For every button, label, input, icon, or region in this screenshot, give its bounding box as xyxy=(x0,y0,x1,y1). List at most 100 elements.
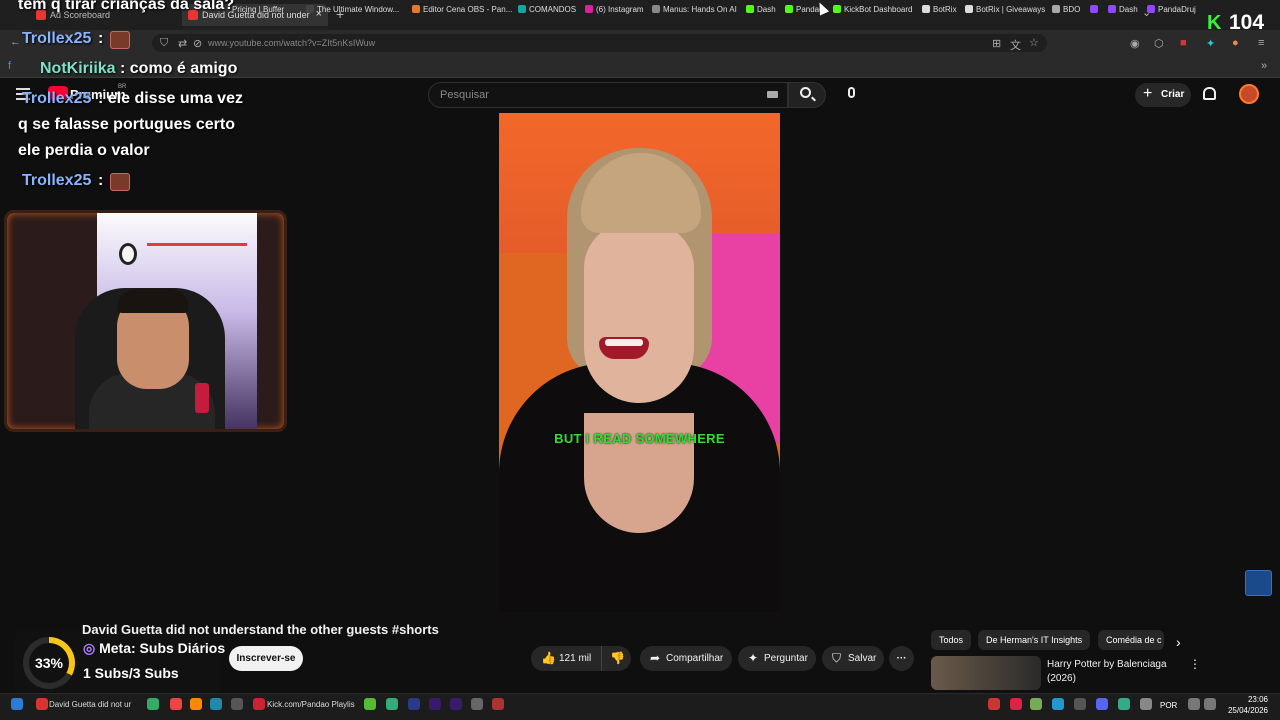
recommended-thumbnail[interactable] xyxy=(931,656,1041,690)
bookmark-star-icon[interactable]: ☆ xyxy=(1029,36,1039,49)
taskbar-window[interactable]: David Guetta did not ur xyxy=(49,700,131,709)
extension-icon[interactable]: ◉ xyxy=(1130,37,1140,50)
share-arrow-icon: ➦ xyxy=(650,651,661,665)
microphone-tray-icon[interactable] xyxy=(1140,698,1152,710)
search-input[interactable]: Pesquisar xyxy=(428,82,788,108)
telegram-icon[interactable] xyxy=(210,698,222,710)
discord-icon[interactable] xyxy=(1096,698,1108,710)
like-button[interactable]: 👍 121 mil xyxy=(531,646,601,671)
bookmark-item[interactable]: BotRix | Giveaways xyxy=(965,5,1045,14)
tray-icon[interactable] xyxy=(1074,698,1086,710)
site-settings-icon[interactable]: ⇄ xyxy=(178,37,187,50)
browser-menu-icon[interactable]: ≡ xyxy=(1258,37,1264,49)
chip-all[interactable]: Todos xyxy=(931,630,972,650)
network-icon[interactable] xyxy=(1188,698,1200,710)
chat-username: Trollex25 xyxy=(22,30,92,47)
profile-icon[interactable]: ● xyxy=(1232,37,1239,49)
after-effects-icon[interactable] xyxy=(429,698,441,710)
app-overlay-icon[interactable] xyxy=(1245,570,1272,596)
clock[interactable]: 23:06 25/04/2026 xyxy=(1226,694,1268,716)
more-actions-button[interactable]: ··· xyxy=(889,646,914,671)
recommended-menu-icon[interactable]: ⋮ xyxy=(1189,657,1201,671)
ask-button[interactable]: ✦ Perguntar xyxy=(738,646,816,671)
bookmark-item[interactable]: Pricing | Buffer xyxy=(232,5,284,14)
chevron-right-icon[interactable]: › xyxy=(1176,634,1181,650)
tray-icon[interactable] xyxy=(1010,698,1022,710)
microphone-icon xyxy=(848,87,855,98)
bookmark-item[interactable]: COMANDOS xyxy=(518,5,576,14)
bookmark-item[interactable] xyxy=(1090,5,1101,14)
webcam-shelf xyxy=(147,243,247,246)
goal-title: ◎ Meta: Subs Diários xyxy=(83,640,225,657)
account-avatar[interactable] xyxy=(1239,84,1259,104)
chat-message: tem q tirar crianças da sala? xyxy=(18,0,235,13)
browser-taskbar-icon[interactable] xyxy=(36,698,48,710)
bookmark-item[interactable]: Manus: Hands On AI xyxy=(652,5,737,14)
sparkle-icon: ✦ xyxy=(748,651,759,665)
app-icon[interactable] xyxy=(471,698,483,710)
extension-icon[interactable]: ✦ xyxy=(1206,37,1215,50)
bookmark-item[interactable]: Editor Cena OBS - Pan... xyxy=(412,5,512,14)
install-app-icon[interactable]: ⊞ xyxy=(992,37,1001,50)
keyboard-icon[interactable] xyxy=(767,91,778,98)
goal-title-text: Meta: Subs Diários xyxy=(99,640,226,656)
tray-icon[interactable] xyxy=(988,698,1000,710)
chat-username: Trollex25 xyxy=(22,90,92,107)
tray-icon[interactable] xyxy=(1118,698,1130,710)
privacy-icon[interactable]: ⊘ xyxy=(193,37,202,50)
windows-start-icon[interactable] xyxy=(11,698,23,710)
chat-message: : como é amigo xyxy=(120,60,238,77)
streamer-hair xyxy=(117,289,189,313)
bookmark-item[interactable]: Dash xyxy=(746,5,776,14)
photoshop-icon[interactable] xyxy=(408,698,420,710)
chip-comedy[interactable]: Comédia de c xyxy=(1098,630,1164,650)
dislike-button[interactable]: 👎 xyxy=(601,646,631,671)
bookmark-item[interactable]: (6) Instagram xyxy=(585,5,644,14)
tray-icon[interactable] xyxy=(1052,698,1064,710)
back-arrow-icon[interactable]: ← xyxy=(10,36,21,48)
bookmark-item[interactable]: KickBot Dashboard xyxy=(833,5,912,14)
chat-message: : xyxy=(98,30,104,47)
app-icon[interactable] xyxy=(364,698,376,710)
brave-icon[interactable] xyxy=(190,698,202,710)
share-button[interactable]: ➦ Compartilhar xyxy=(640,646,732,671)
thumbs-up-icon: 👍 xyxy=(541,651,556,665)
more-bookmarks-icon[interactable]: » xyxy=(1261,60,1267,72)
recommended-title[interactable]: Harry Potter by Balenciaga (2026) xyxy=(1047,658,1172,686)
search-icon xyxy=(800,87,811,98)
bookmark-item[interactable]: Dash xyxy=(1108,5,1138,14)
subscribe-button[interactable]: Inscrever-se xyxy=(229,646,303,671)
save-button[interactable]: ⛉ Salvar xyxy=(822,646,884,671)
shield-icon[interactable]: ⛉ xyxy=(160,37,168,50)
notifications-bell-icon[interactable] xyxy=(1203,87,1216,100)
video-title[interactable]: David Guetta did not understand the othe… xyxy=(82,622,439,637)
translate-icon[interactable]: 文 xyxy=(1010,37,1021,53)
address-bar[interactable]: www.youtube.com/watch?v=ZIt5nKsIWuw xyxy=(152,34,1047,52)
extension-badge-icon[interactable]: ■ xyxy=(1180,37,1187,49)
browser-taskbar-icon[interactable] xyxy=(253,698,265,710)
chat-username: NotKiriika xyxy=(40,60,116,77)
volume-icon[interactable] xyxy=(1204,698,1216,710)
facebook-icon[interactable]: f xyxy=(8,60,11,72)
chip-channel[interactable]: De Herman's IT Insights xyxy=(978,630,1091,650)
premiere-icon[interactable] xyxy=(450,698,462,710)
app-icon[interactable] xyxy=(492,698,504,710)
drink-can xyxy=(195,383,209,413)
bookmark-item[interactable]: PandaDruj xyxy=(1147,5,1196,14)
kick-logo-icon: K xyxy=(1207,12,1222,34)
chat-message: ele perdia o valor xyxy=(18,142,150,159)
app-icon[interactable] xyxy=(386,698,398,710)
shorts-video-player[interactable]: BUT I READ SOMEWHERE xyxy=(499,113,780,612)
bookmark-icon: ⛉ xyxy=(832,651,842,665)
bookmark-item[interactable]: BotRix xyxy=(922,5,957,14)
obs-icon[interactable] xyxy=(231,698,243,710)
tray-icon[interactable] xyxy=(1030,698,1042,710)
bookmark-item[interactable]: The Ultimate Window... xyxy=(306,5,399,14)
taskbar-window[interactable]: Kick.com/Pandao Playlis xyxy=(267,700,355,709)
app-icon[interactable] xyxy=(170,698,182,710)
language-indicator[interactable]: POR xyxy=(1160,701,1177,710)
app-icon[interactable] xyxy=(147,698,159,710)
puzzle-icon[interactable]: ⬡ xyxy=(1154,37,1164,50)
chat-emote-icon xyxy=(110,173,130,191)
bookmark-folder[interactable]: BDO xyxy=(1052,5,1080,14)
